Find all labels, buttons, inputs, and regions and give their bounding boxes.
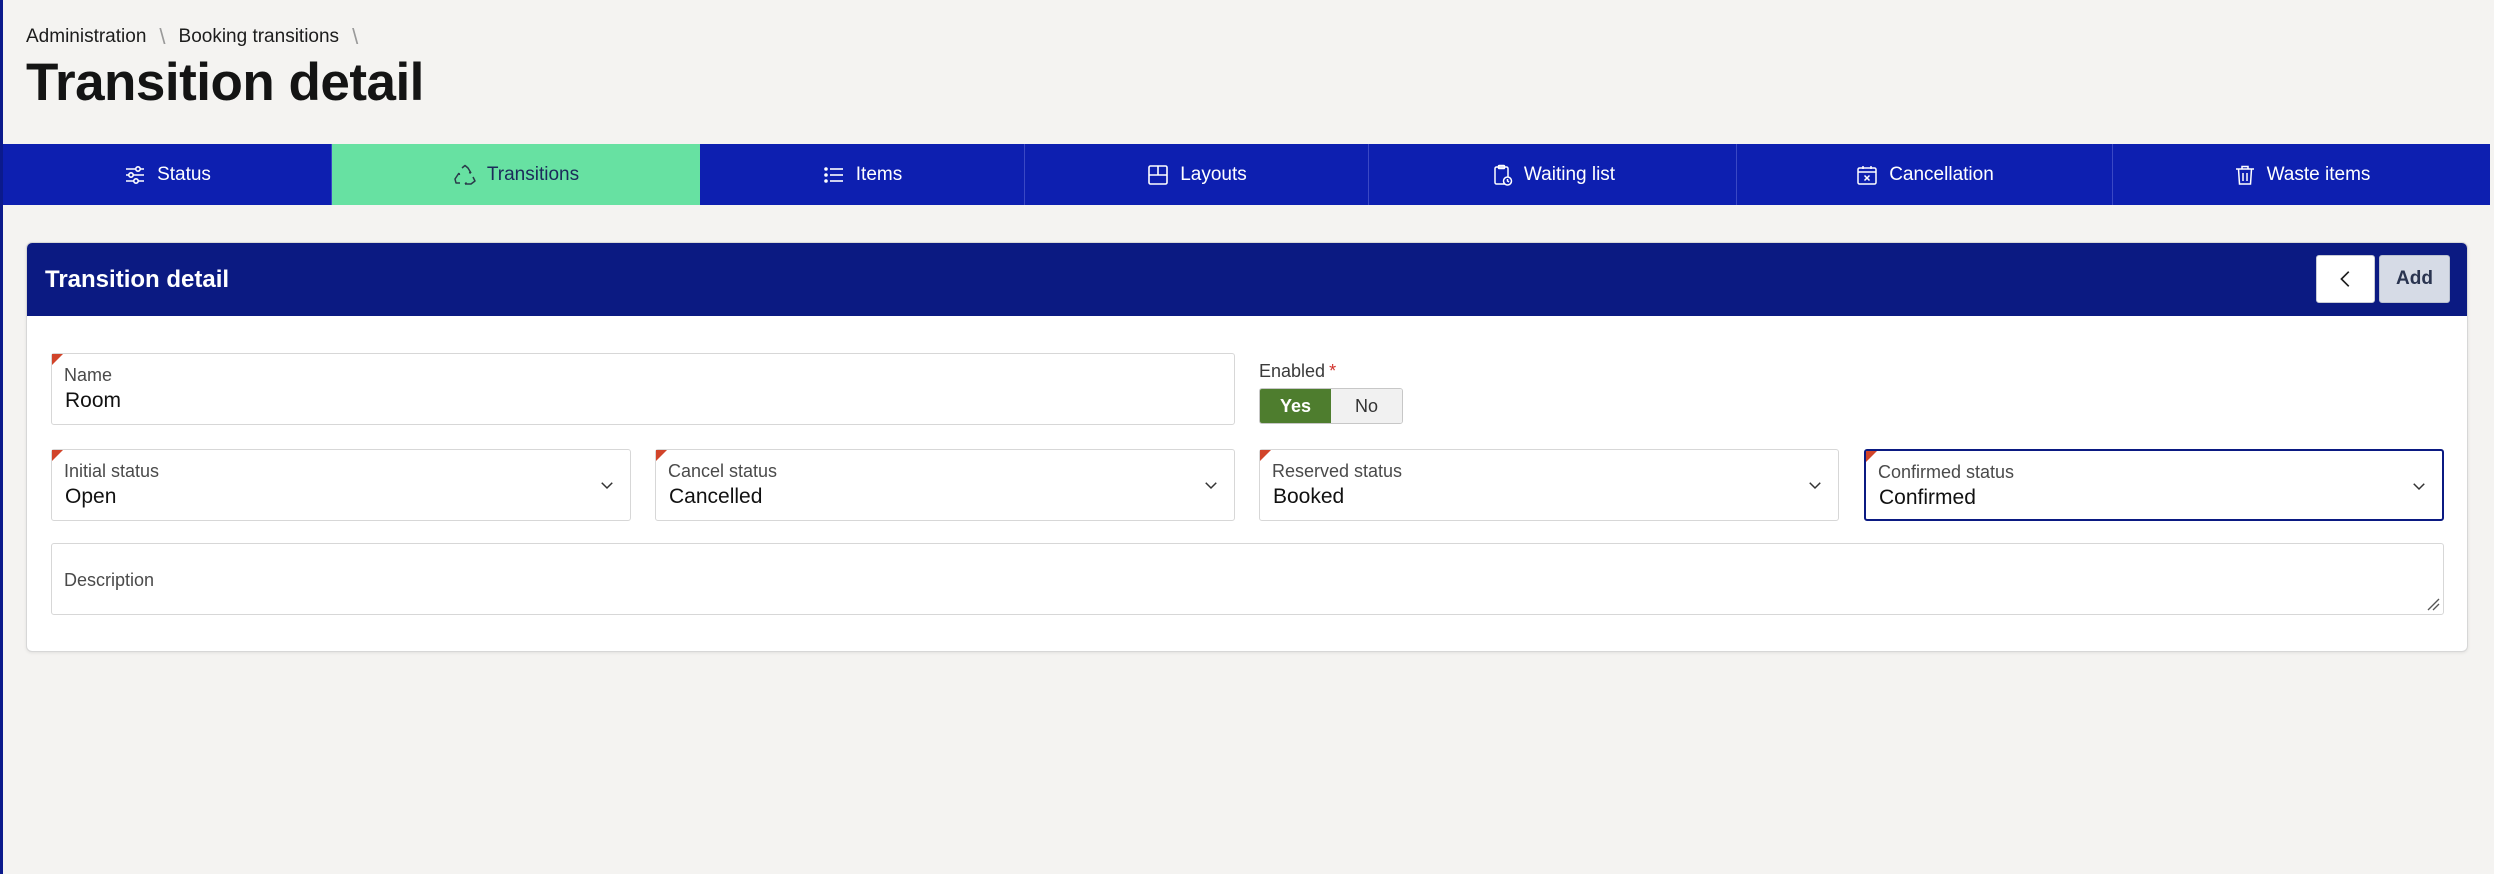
panel-title: Transition detail <box>45 265 230 293</box>
list-icon <box>823 166 843 183</box>
calendar-x-icon <box>1857 165 1877 185</box>
initial-status-value: Open <box>65 485 117 508</box>
transition-detail-panel: Transition detail Add Name Room Enabled *… <box>26 242 2468 652</box>
header-actions: Add <box>2316 255 2450 303</box>
resize-grip-icon[interactable] <box>2426 597 2440 611</box>
layout-icon <box>1148 164 1169 185</box>
page-title: Transition detail <box>26 53 424 112</box>
chevron-down-icon <box>1205 482 1217 490</box>
tab-items[interactable]: Items <box>700 144 1025 205</box>
recycle-icon <box>454 164 476 185</box>
tab-waste-items[interactable]: Waste items <box>2113 144 2490 205</box>
confirmed-status-label: Confirmed status <box>1878 462 2015 482</box>
description-label: Description <box>64 570 155 590</box>
chevron-left-icon <box>2339 271 2349 287</box>
confirmed-status-value: Confirmed <box>1879 486 1976 509</box>
tab-transitions[interactable]: Transitions <box>332 144 700 205</box>
tab-label: Cancellation <box>1889 163 1994 185</box>
clipboard-clock-icon <box>1494 164 1513 186</box>
window-left-edge <box>0 0 3 874</box>
breadcrumb-item-administration[interactable]: Administration <box>26 26 146 48</box>
confirmed-status-select[interactable]: Confirmed status Confirmed <box>1864 449 2444 521</box>
back-button[interactable] <box>2316 255 2375 303</box>
tab-cancellation[interactable]: Cancellation <box>1737 144 2113 205</box>
cancel-status-label: Cancel status <box>668 461 778 481</box>
cancel-status-value: Cancelled <box>669 485 763 508</box>
initial-status-label: Initial status <box>64 461 160 481</box>
cancel-status-select[interactable]: Cancel status Cancelled <box>655 449 1235 521</box>
enabled-group: Enabled * Yes No <box>1259 361 1403 424</box>
sliders-icon <box>126 165 145 184</box>
name-value: Room <box>65 389 122 412</box>
breadcrumb: Administration \ Booking transitions \ <box>26 24 371 50</box>
required-marker <box>52 354 63 365</box>
enabled-label: Enabled * <box>1259 361 1337 381</box>
tab-layouts[interactable]: Layouts <box>1025 144 1369 205</box>
reserved-status-select[interactable]: Reserved status Booked <box>1259 449 1839 521</box>
tab-label: Transitions <box>486 163 580 185</box>
enabled-yes-option[interactable]: Yes <box>1260 389 1331 423</box>
description-textarea[interactable]: Description <box>51 543 2444 615</box>
reserved-status-value: Booked <box>1273 485 1345 508</box>
panel-header: Transition detail Add <box>27 243 2467 316</box>
name-field[interactable]: Name Room <box>51 353 1235 425</box>
tab-label: Waiting list <box>1523 163 1616 185</box>
initial-status-select[interactable]: Initial status Open <box>51 449 631 521</box>
tab-label: Status <box>157 163 211 185</box>
enabled-toggle[interactable]: Yes No <box>1259 388 1403 424</box>
tab-waiting-list[interactable]: Waiting list <box>1369 144 1737 205</box>
chevron-down-icon <box>601 482 613 490</box>
required-marker <box>52 450 63 461</box>
required-marker <box>1866 451 1877 462</box>
enabled-no-option[interactable]: No <box>1331 389 1402 423</box>
reserved-status-label: Reserved status <box>1272 461 1403 481</box>
tab-label: Waste items <box>2266 163 2371 185</box>
required-marker <box>1260 450 1271 461</box>
breadcrumb-item-booking-transitions[interactable]: Booking transitions <box>179 26 340 48</box>
add-button[interactable]: Add <box>2379 255 2450 303</box>
chevron-down-icon <box>1809 482 1821 490</box>
tab-bar: Status Transitions Items Layouts Waiting… <box>3 144 2490 205</box>
tab-label: Items <box>855 163 903 185</box>
required-marker <box>656 450 667 461</box>
breadcrumb-separator: \ <box>352 24 359 49</box>
trash-icon <box>2235 165 2254 185</box>
breadcrumb-separator: \ <box>159 24 166 49</box>
name-label: Name <box>64 365 113 385</box>
tab-label: Layouts <box>1180 163 1247 185</box>
chevron-down-icon <box>2413 483 2425 491</box>
tab-status[interactable]: Status <box>3 144 332 205</box>
required-star: * <box>1329 361 1337 381</box>
